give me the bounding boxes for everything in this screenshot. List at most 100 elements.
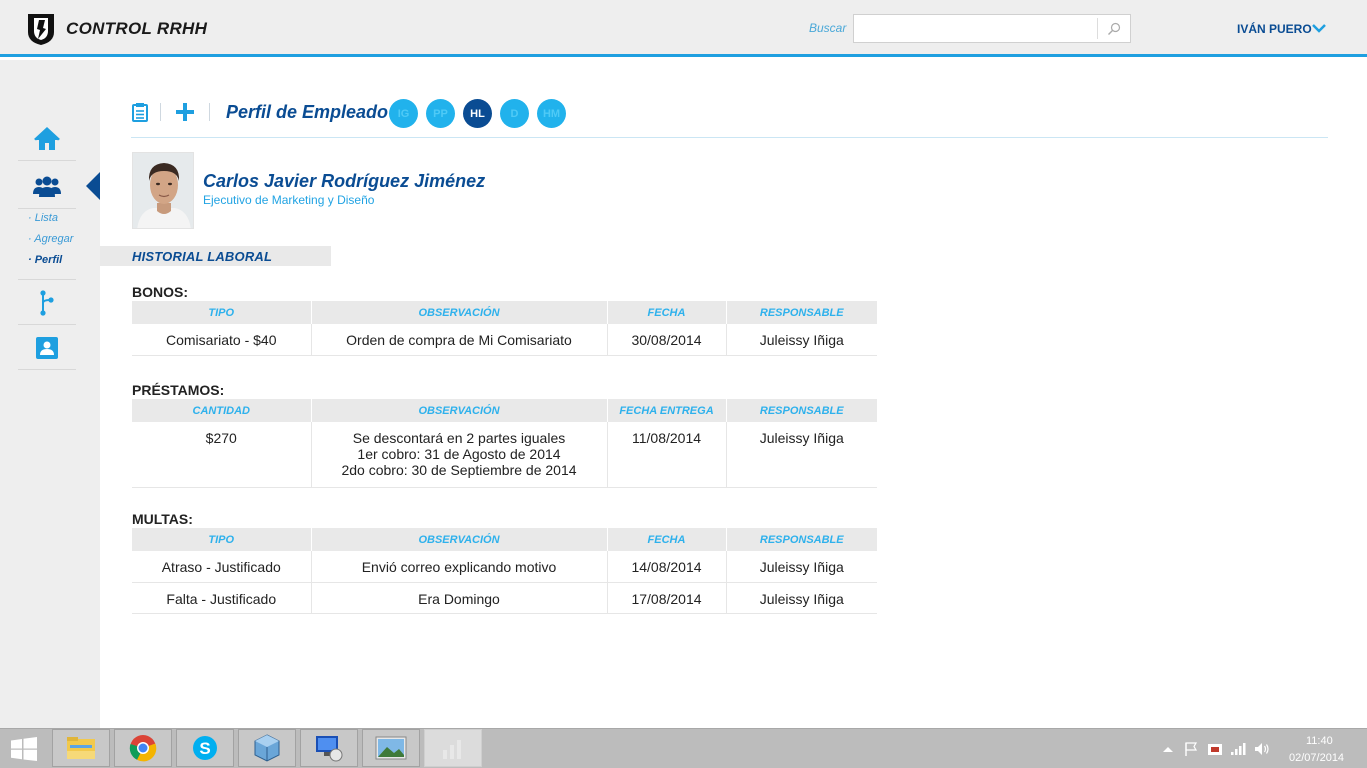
- table-cell: Falta - Justificado: [132, 582, 311, 614]
- observation-line: 1er cobro: 31 de Agosto de 2014: [357, 446, 561, 462]
- search-label: Buscar: [809, 21, 847, 35]
- bonos-table: TIPO OBSERVACIÓN FECHA RESPONSABLE Comis…: [132, 301, 877, 356]
- taskbar-app-chrome[interactable]: [114, 729, 172, 767]
- table-cell: Se descontará en 2 partes iguales 1er co…: [310, 422, 607, 488]
- column-header: TIPO: [132, 301, 311, 324]
- network-adapter-button[interactable]: [1207, 742, 1223, 756]
- taskbar-app-photos[interactable]: [362, 729, 420, 767]
- contact-card-icon: [36, 336, 58, 359]
- action-center-button[interactable]: [1183, 742, 1199, 756]
- tab-hm[interactable]: HM: [537, 99, 566, 128]
- table-cell: Orden de compra de Mi Comisariato: [310, 324, 607, 356]
- table-row: Falta - Justificado Era Domingo 17/08/20…: [132, 582, 877, 614]
- table-cell: Juleissy Iñiga: [725, 422, 877, 488]
- chart-app-icon: [443, 740, 461, 759]
- speaker-icon: [1255, 743, 1269, 755]
- clipboard-button[interactable]: [128, 100, 152, 124]
- table-cell: $270: [132, 422, 311, 488]
- tab-pp[interactable]: PP: [426, 99, 455, 128]
- sidebar-item-org-chart[interactable]: [18, 281, 76, 325]
- clock-date[interactable]: 02/07/2014: [1289, 752, 1344, 764]
- sidebar-sub-perfil[interactable]: · Perfil: [28, 254, 62, 266]
- show-hidden-icons-button[interactable]: [1160, 742, 1176, 756]
- prestamos-table: CANTIDAD OBSERVACIÓN FECHA ENTREGA RESPO…: [132, 399, 877, 488]
- column-header: FECHA: [606, 301, 726, 324]
- tab-ig[interactable]: IG: [389, 99, 418, 128]
- table-row: Comisariato - $40 Orden de compra de Mi …: [132, 324, 877, 356]
- search-box: [853, 14, 1131, 43]
- multas-table: TIPO OBSERVACIÓN FECHA RESPONSABLE Atras…: [132, 528, 877, 614]
- column-header: OBSERVACIÓN: [310, 528, 607, 551]
- tab-hl[interactable]: HL: [463, 99, 492, 128]
- column-header: CANTIDAD: [132, 399, 311, 422]
- bonos-title: BONOS:: [132, 284, 188, 300]
- sidebar-active-pointer: [86, 172, 100, 200]
- taskbar-app-virtualbox[interactable]: [238, 729, 296, 767]
- column-header: FECHA: [606, 528, 726, 551]
- table-cell: Atraso - Justificado: [132, 551, 311, 583]
- taskbar-app-remote-desktop[interactable]: [300, 729, 358, 767]
- column-header: OBSERVACIÓN: [310, 399, 607, 422]
- table-cell: Era Domingo: [310, 582, 607, 614]
- flag-icon: [1185, 742, 1198, 756]
- sidebar-sub-agregar[interactable]: · Agregar: [28, 233, 73, 245]
- signal-bars-icon: [1231, 743, 1246, 755]
- home-icon: [34, 126, 60, 150]
- column-header: RESPONSABLE: [725, 399, 877, 422]
- toolbar-separator: [160, 103, 161, 121]
- sidebar-item-employees[interactable]: [18, 165, 76, 209]
- search-icon: [1108, 22, 1121, 35]
- toolbar-separator: [209, 103, 210, 121]
- clock-time[interactable]: 11:40: [1306, 735, 1333, 747]
- table-row: Atraso - Justificado Envió correo explic…: [132, 551, 877, 583]
- table-cell: 17/08/2014: [606, 582, 726, 614]
- org-chart-icon: [40, 289, 54, 316]
- sidebar-item-home[interactable]: [18, 117, 76, 161]
- prestamos-title: PRÉSTAMOS:: [132, 382, 225, 398]
- clipboard-icon: [132, 103, 148, 122]
- remote-desktop-icon: [316, 736, 343, 762]
- network-icon: [1208, 744, 1222, 755]
- page-title: Perfil de Empleado: [226, 102, 389, 122]
- users-icon: [33, 176, 61, 197]
- table-cell: 14/08/2014: [606, 551, 726, 583]
- section-title: HISTORIAL LABORAL: [132, 249, 273, 264]
- taskbar-app-chart[interactable]: [424, 729, 482, 767]
- table-row: $270 Se descontará en 2 partes iguales 1…: [132, 422, 877, 488]
- volume-button[interactable]: [1254, 742, 1270, 756]
- photos-icon: [375, 736, 407, 760]
- wifi-signal-button[interactable]: [1230, 742, 1246, 756]
- table-cell: 30/08/2014: [606, 324, 726, 356]
- sidebar-divider: [18, 279, 76, 280]
- tab-d[interactable]: D: [500, 99, 529, 128]
- plus-icon: [176, 103, 194, 121]
- file-explorer-icon: [67, 737, 95, 759]
- search-input[interactable]: [854, 15, 1097, 42]
- start-button[interactable]: [10, 737, 38, 761]
- taskbar-app-skype[interactable]: S: [176, 729, 234, 767]
- title-divider: [131, 137, 1328, 138]
- employee-role: Ejecutivo de Marketing y Diseño: [203, 193, 375, 207]
- sidebar-sub-lista[interactable]: · Lista: [28, 212, 58, 224]
- table-cell: Juleissy Iñiga: [725, 324, 877, 356]
- table-cell: Juleissy Iñiga: [725, 582, 877, 614]
- employee-name: Carlos Javier Rodríguez Jiménez: [203, 171, 486, 191]
- taskbar-app-file-explorer[interactable]: [52, 729, 110, 767]
- top-header: CONTROL RRHH Buscar IVÁN PUERO: [0, 0, 1367, 57]
- virtualbox-icon: [254, 734, 280, 762]
- observation-line: 2do cobro: 30 de Septiembre de 2014: [341, 462, 577, 478]
- sidebar-item-profile-card[interactable]: [18, 326, 76, 370]
- column-header: RESPONSABLE: [725, 528, 877, 551]
- table-cell: Comisariato - $40: [132, 324, 311, 356]
- table-cell: Juleissy Iñiga: [725, 551, 877, 583]
- app-title: CONTROL RRHH: [66, 19, 208, 38]
- add-button[interactable]: [173, 100, 197, 124]
- user-menu-chevron-icon[interactable]: [1311, 22, 1327, 36]
- search-button[interactable]: [1097, 18, 1130, 39]
- column-header: RESPONSABLE: [725, 301, 877, 324]
- column-header: TIPO: [132, 528, 311, 551]
- user-name[interactable]: IVÁN PUERO: [1237, 22, 1312, 36]
- app-logo-icon: [26, 12, 56, 46]
- skype-icon: S: [193, 736, 217, 760]
- chrome-icon: [129, 735, 157, 762]
